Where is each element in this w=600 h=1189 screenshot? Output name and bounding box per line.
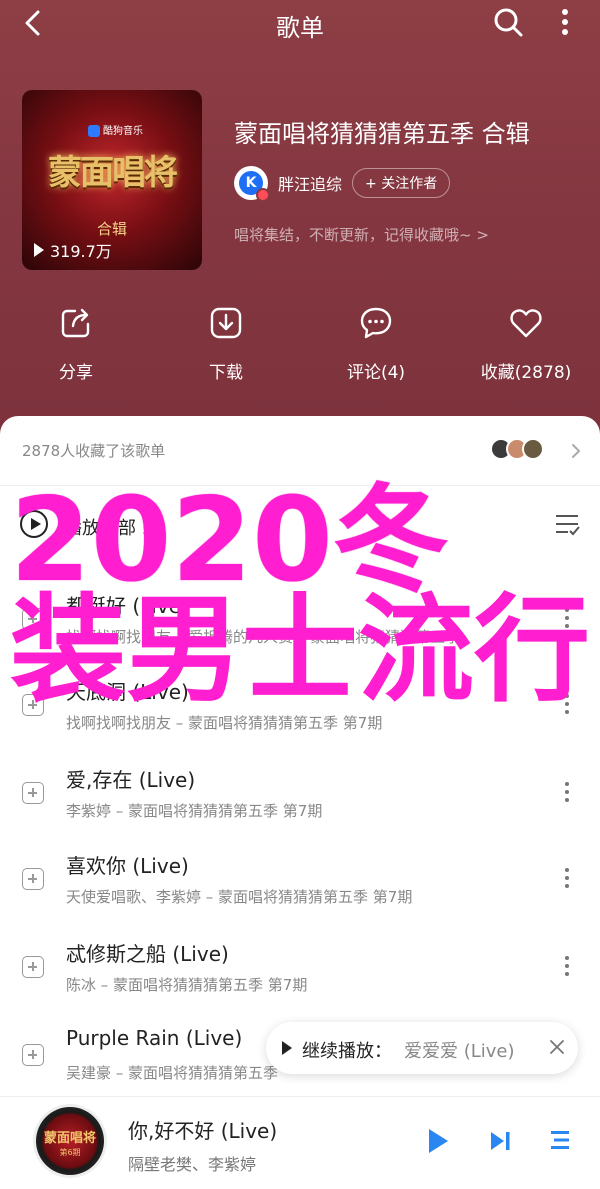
play-count-value: 319.7万 <box>50 242 112 261</box>
song-row[interactable]: 忒修斯之船 (Live) 陈冰 – 蒙面唱将猜猜猜第五季 第7期 <box>0 918 600 1004</box>
add-icon[interactable] <box>22 608 44 630</box>
more-vertical-icon[interactable] <box>560 956 574 980</box>
add-icon[interactable] <box>22 1044 44 1066</box>
playlist-header: 歌单 酷狗音乐 蒙面唱将 合辑 319.7万 蒙面唱将猜猜猜第五季 合辑 K 胖… <box>0 0 600 440</box>
favorite-button[interactable]: 收藏(2878) <box>456 306 596 383</box>
mini-player[interactable]: 蒙面唱将 第6期 你,好不好 (Live) 隔壁老樊、李紫婷 <box>0 1096 600 1189</box>
play-all-label: 播放全部 52 <box>64 514 160 540</box>
song-row[interactable]: 喜欢你 (Live) 天使爱唱歌、李紫婷 – 蒙面唱将猜猜猜第五季 第7期 <box>0 830 600 916</box>
play-all-icon <box>20 510 48 538</box>
author-name[interactable]: 胖汪追综 <box>278 171 342 195</box>
action-bar: 分享 下载 评论(4) 收藏(2878) <box>0 306 600 386</box>
add-icon[interactable] <box>22 956 44 978</box>
song-title: 忒修斯之船 (Live) <box>66 942 229 966</box>
continue-playing-toast[interactable]: 继续播放： 爱爱爱 (Live) <box>266 1022 578 1074</box>
collectors-row[interactable]: 2878人收藏了该歌单 <box>0 416 600 486</box>
play-all-row[interactable]: 播放全部 52 <box>0 502 600 548</box>
song-row[interactable]: 都挺好 (Live) 找啊找啊找朋友 – 爱折腾的凡人赛 – 蒙面唱将猜猜猜第五… <box>0 570 600 656</box>
download-label: 下载 <box>209 363 243 383</box>
disc-subtitle: 第6期 <box>59 1148 81 1157</box>
share-label: 分享 <box>59 363 93 383</box>
chevron-right-icon <box>572 444 580 458</box>
song-subtitle: 陈冰 – 蒙面唱将猜猜猜第五季 第7期 <box>66 976 308 994</box>
heart-icon <box>510 309 542 338</box>
playlist-cover[interactable]: 酷狗音乐 蒙面唱将 合辑 319.7万 <box>22 90 202 270</box>
song-title: 喜欢你 (Live) <box>66 854 189 878</box>
playlist-name: 蒙面唱将猜猜猜第五季 合辑 <box>234 120 530 148</box>
song-row[interactable]: 爱,存在 (Live) 李紫婷 – 蒙面唱将猜猜猜第五季 第7期 <box>0 744 600 830</box>
collector-avatar <box>522 438 544 460</box>
favorite-label: 收藏(2878) <box>480 363 572 383</box>
share-button[interactable]: 分享 <box>6 306 146 383</box>
search-icon[interactable] <box>492 6 524 38</box>
play-all-text: 播放全部 <box>64 518 136 539</box>
next-track-icon[interactable] <box>488 1129 512 1153</box>
multi-select-icon[interactable] <box>554 512 580 536</box>
share-icon <box>61 308 90 338</box>
more-vertical-icon[interactable] <box>560 694 574 718</box>
cover-brand-text: 酷狗音乐 <box>103 126 143 137</box>
cover-brand: 酷狗音乐 <box>88 122 143 137</box>
song-title: 都挺好 (Live) <box>66 594 189 618</box>
play-icon[interactable] <box>426 1127 450 1155</box>
comment-icon <box>360 307 392 339</box>
add-icon[interactable] <box>22 868 44 890</box>
more-vertical-icon[interactable] <box>560 868 574 892</box>
disc-title: 蒙面唱将 <box>43 1131 96 1146</box>
continue-song: 爱爱爱 (Live) <box>404 1041 515 1062</box>
song-list-sheet: 2878人收藏了该歌单 播放全部 52 都挺好 (Live) 找啊找啊找朋友 – … <box>0 416 600 1096</box>
song-subtitle: 找啊找啊找朋友 – 爱折腾的凡人赛 – 蒙面唱将猜猜猜第五季 <box>66 628 461 646</box>
now-playing-artist: 隔壁老樊、李紫婷 <box>128 1155 257 1174</box>
cover-subtitle: 合辑 <box>96 220 127 238</box>
now-playing-title: 你,好不好 (Live) <box>128 1119 278 1143</box>
more-vertical-icon[interactable] <box>560 608 574 632</box>
more-vertical-icon[interactable] <box>560 782 574 806</box>
add-icon[interactable] <box>22 694 44 716</box>
add-icon[interactable] <box>22 782 44 804</box>
author-row: K 胖汪追综 + 关注作者 <box>234 166 451 202</box>
song-title: 天底洞 (Live) <box>66 680 189 704</box>
song-subtitle: 李紫婷 – 蒙面唱将猜猜猜第五季 第7期 <box>66 802 323 820</box>
comment-label: 评论(4) <box>346 363 406 383</box>
cover-logo: 蒙面唱将 <box>48 153 178 193</box>
song-title: 爱,存在 (Live) <box>66 768 196 792</box>
song-row[interactable]: 天底洞 (Live) 找啊找啊找朋友 – 蒙面唱将猜猜猜第五季 第7期 <box>0 656 600 742</box>
song-subtitle: 吴建豪 – 蒙面唱将猜猜猜第五季 <box>66 1064 279 1082</box>
play-all-count: 52 <box>142 522 160 538</box>
comment-button[interactable]: 评论(4) <box>306 306 446 383</box>
continue-label: 继续播放： <box>302 1041 392 1062</box>
song-subtitle: 天使爱唱歌、李紫婷 – 蒙面唱将猜猜猜第五季 第7期 <box>66 888 413 906</box>
author-avatar[interactable]: K <box>234 166 270 202</box>
follow-author-button[interactable]: + 关注作者 <box>352 168 451 198</box>
song-title: Purple Rain (Live) <box>66 1026 243 1050</box>
top-bar: 歌单 <box>0 0 600 46</box>
playlist-queue-icon[interactable] <box>548 1128 572 1152</box>
more-vertical-icon[interactable] <box>550 6 580 38</box>
verified-badge-icon <box>256 188 270 202</box>
collector-avatars <box>490 438 544 460</box>
song-subtitle: 找啊找啊找朋友 – 蒙面唱将猜猜猜第五季 第7期 <box>66 714 383 732</box>
album-disc[interactable]: 蒙面唱将 第6期 <box>36 1107 104 1175</box>
close-icon[interactable] <box>548 1038 566 1056</box>
download-icon <box>210 307 242 339</box>
collectors-text: 2878人收藏了该歌单 <box>22 442 166 460</box>
playlist-description[interactable]: 唱将集结，不断更新，记得收藏哦~ > <box>234 224 489 245</box>
play-count: 319.7万 <box>34 238 112 262</box>
brand-logo-icon <box>88 125 100 137</box>
download-button[interactable]: 下载 <box>156 306 296 383</box>
play-count-icon <box>34 243 44 257</box>
play-icon <box>282 1041 292 1055</box>
